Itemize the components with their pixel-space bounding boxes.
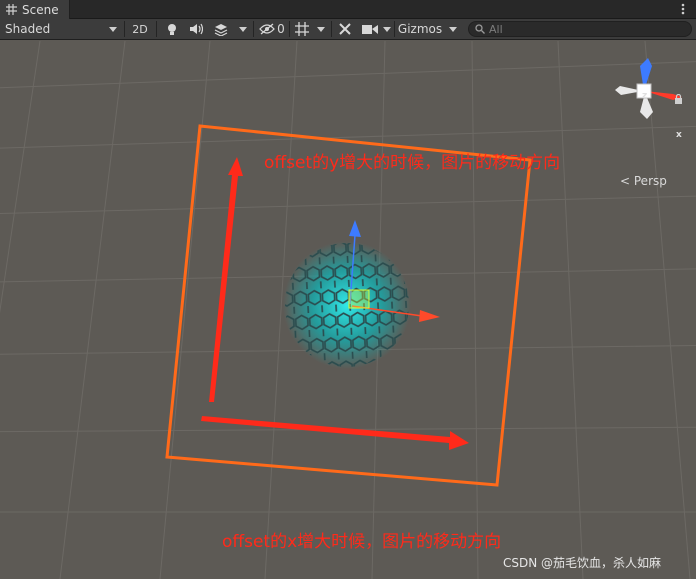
- lighting-toggle-button[interactable]: [162, 19, 182, 39]
- chevron-down-icon: [317, 26, 325, 32]
- chevron-down-icon: [239, 26, 247, 32]
- annotation-x-offset: offset的x增大时候，图片的移动方向: [222, 532, 502, 552]
- search-icon: [475, 24, 485, 34]
- scene-canvas: [0, 41, 696, 579]
- chevron-down-icon: [383, 26, 391, 32]
- scene-toolbar: Shaded 2D 0 Gizmos: [0, 19, 696, 40]
- grid-snap-icon: [295, 22, 309, 36]
- tab-title: Scene: [22, 2, 59, 17]
- shading-mode-label: Shaded: [5, 22, 51, 36]
- scene-viewport[interactable]: z x < Persp offset的y增大的时候，图片的移动方向 offset…: [0, 41, 696, 579]
- search-input[interactable]: [489, 22, 679, 36]
- chevron-down-icon: [449, 26, 457, 32]
- camera-dropdown[interactable]: [381, 19, 393, 39]
- window-tab-bar: Scene: [0, 0, 696, 19]
- tools-button[interactable]: [335, 19, 355, 39]
- grid-snap-button[interactable]: [292, 19, 312, 39]
- effects-layers-icon: [214, 23, 228, 36]
- audio-icon: [190, 23, 203, 35]
- lock-icon[interactable]: [674, 93, 683, 107]
- scene-search-field[interactable]: [468, 21, 692, 37]
- hidden-count: 0: [277, 22, 285, 36]
- grid-dropdown[interactable]: [314, 19, 328, 39]
- kebab-menu-icon[interactable]: [676, 2, 690, 16]
- chevron-down-icon: [109, 26, 117, 32]
- grid-icon: [6, 4, 17, 15]
- y-direction-arrow: [209, 157, 243, 402]
- gizmos-dropdown[interactable]: [445, 19, 461, 39]
- visibility-icon: [259, 23, 276, 35]
- gizmo-axis-label-x: x: [676, 130, 682, 140]
- orientation-gizmo: [615, 58, 682, 119]
- x-direction-arrow: [201, 416, 469, 450]
- shading-mode-dropdown[interactable]: Shaded: [0, 19, 122, 39]
- scene-visibility-button[interactable]: 0: [257, 19, 287, 39]
- effects-dropdown[interactable]: [236, 19, 250, 39]
- tab-scene[interactable]: Scene: [0, 0, 70, 19]
- gizmos-button[interactable]: Gizmos: [396, 19, 444, 39]
- watermark: CSDN @茄毛饮血，杀人如麻: [503, 556, 662, 570]
- 2d-toggle-button[interactable]: 2D: [128, 19, 152, 39]
- audio-toggle-button[interactable]: [186, 19, 206, 39]
- gizmo-axis-label-z: z: [642, 91, 648, 101]
- effects-toggle-button[interactable]: [210, 19, 232, 39]
- tools-icon: [339, 23, 351, 35]
- camera-button[interactable]: [359, 19, 381, 39]
- perspective-toggle[interactable]: < Persp: [620, 174, 667, 188]
- hexagon-glow-sprite: [283, 241, 411, 369]
- light-bulb-icon: [168, 23, 176, 35]
- camera-icon: [362, 24, 378, 34]
- annotation-y-offset: offset的y增大的时候，图片的移动方向: [264, 153, 561, 173]
